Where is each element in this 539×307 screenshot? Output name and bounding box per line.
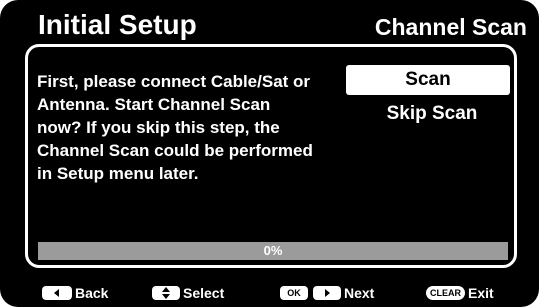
back-hint[interactable]: Back (42, 282, 108, 304)
up-down-arrow-icon (162, 287, 170, 299)
skip-scan-button[interactable]: Skip Scan (350, 99, 514, 129)
section-title: Channel Scan (374, 14, 527, 40)
scan-progress-label: 0% (263, 243, 283, 258)
select-label: Select (183, 285, 225, 301)
instruction-message: First, please connect Cable/Sat or Anten… (37, 72, 313, 183)
scan-progress-bar: 0% (38, 242, 508, 260)
left-arrow-icon (54, 289, 59, 297)
ok-key-label: OK (287, 288, 301, 298)
tv-setup-screen: Initial Setup Channel Scan First, please… (0, 0, 539, 307)
right-arrow-key (313, 286, 341, 300)
left-arrow-key (42, 286, 72, 300)
page-title: Initial Setup (38, 9, 197, 40)
right-arrow-icon (325, 289, 330, 297)
scan-button[interactable]: Scan (346, 65, 510, 95)
exit-label: Exit (468, 285, 494, 301)
clear-key: CLEAR (426, 286, 465, 300)
ok-key: OK (280, 286, 308, 300)
button-hint-bar: Back Select OK Next CLEAR Exit (0, 282, 539, 304)
exit-hint[interactable]: CLEAR Exit (426, 282, 494, 304)
up-down-key (152, 286, 180, 300)
back-label: Back (75, 285, 109, 301)
next-hint[interactable]: OK Next (280, 282, 374, 304)
clear-key-label: CLEAR (430, 288, 461, 298)
select-hint[interactable]: Select (152, 282, 224, 304)
next-label: Next (344, 285, 375, 301)
